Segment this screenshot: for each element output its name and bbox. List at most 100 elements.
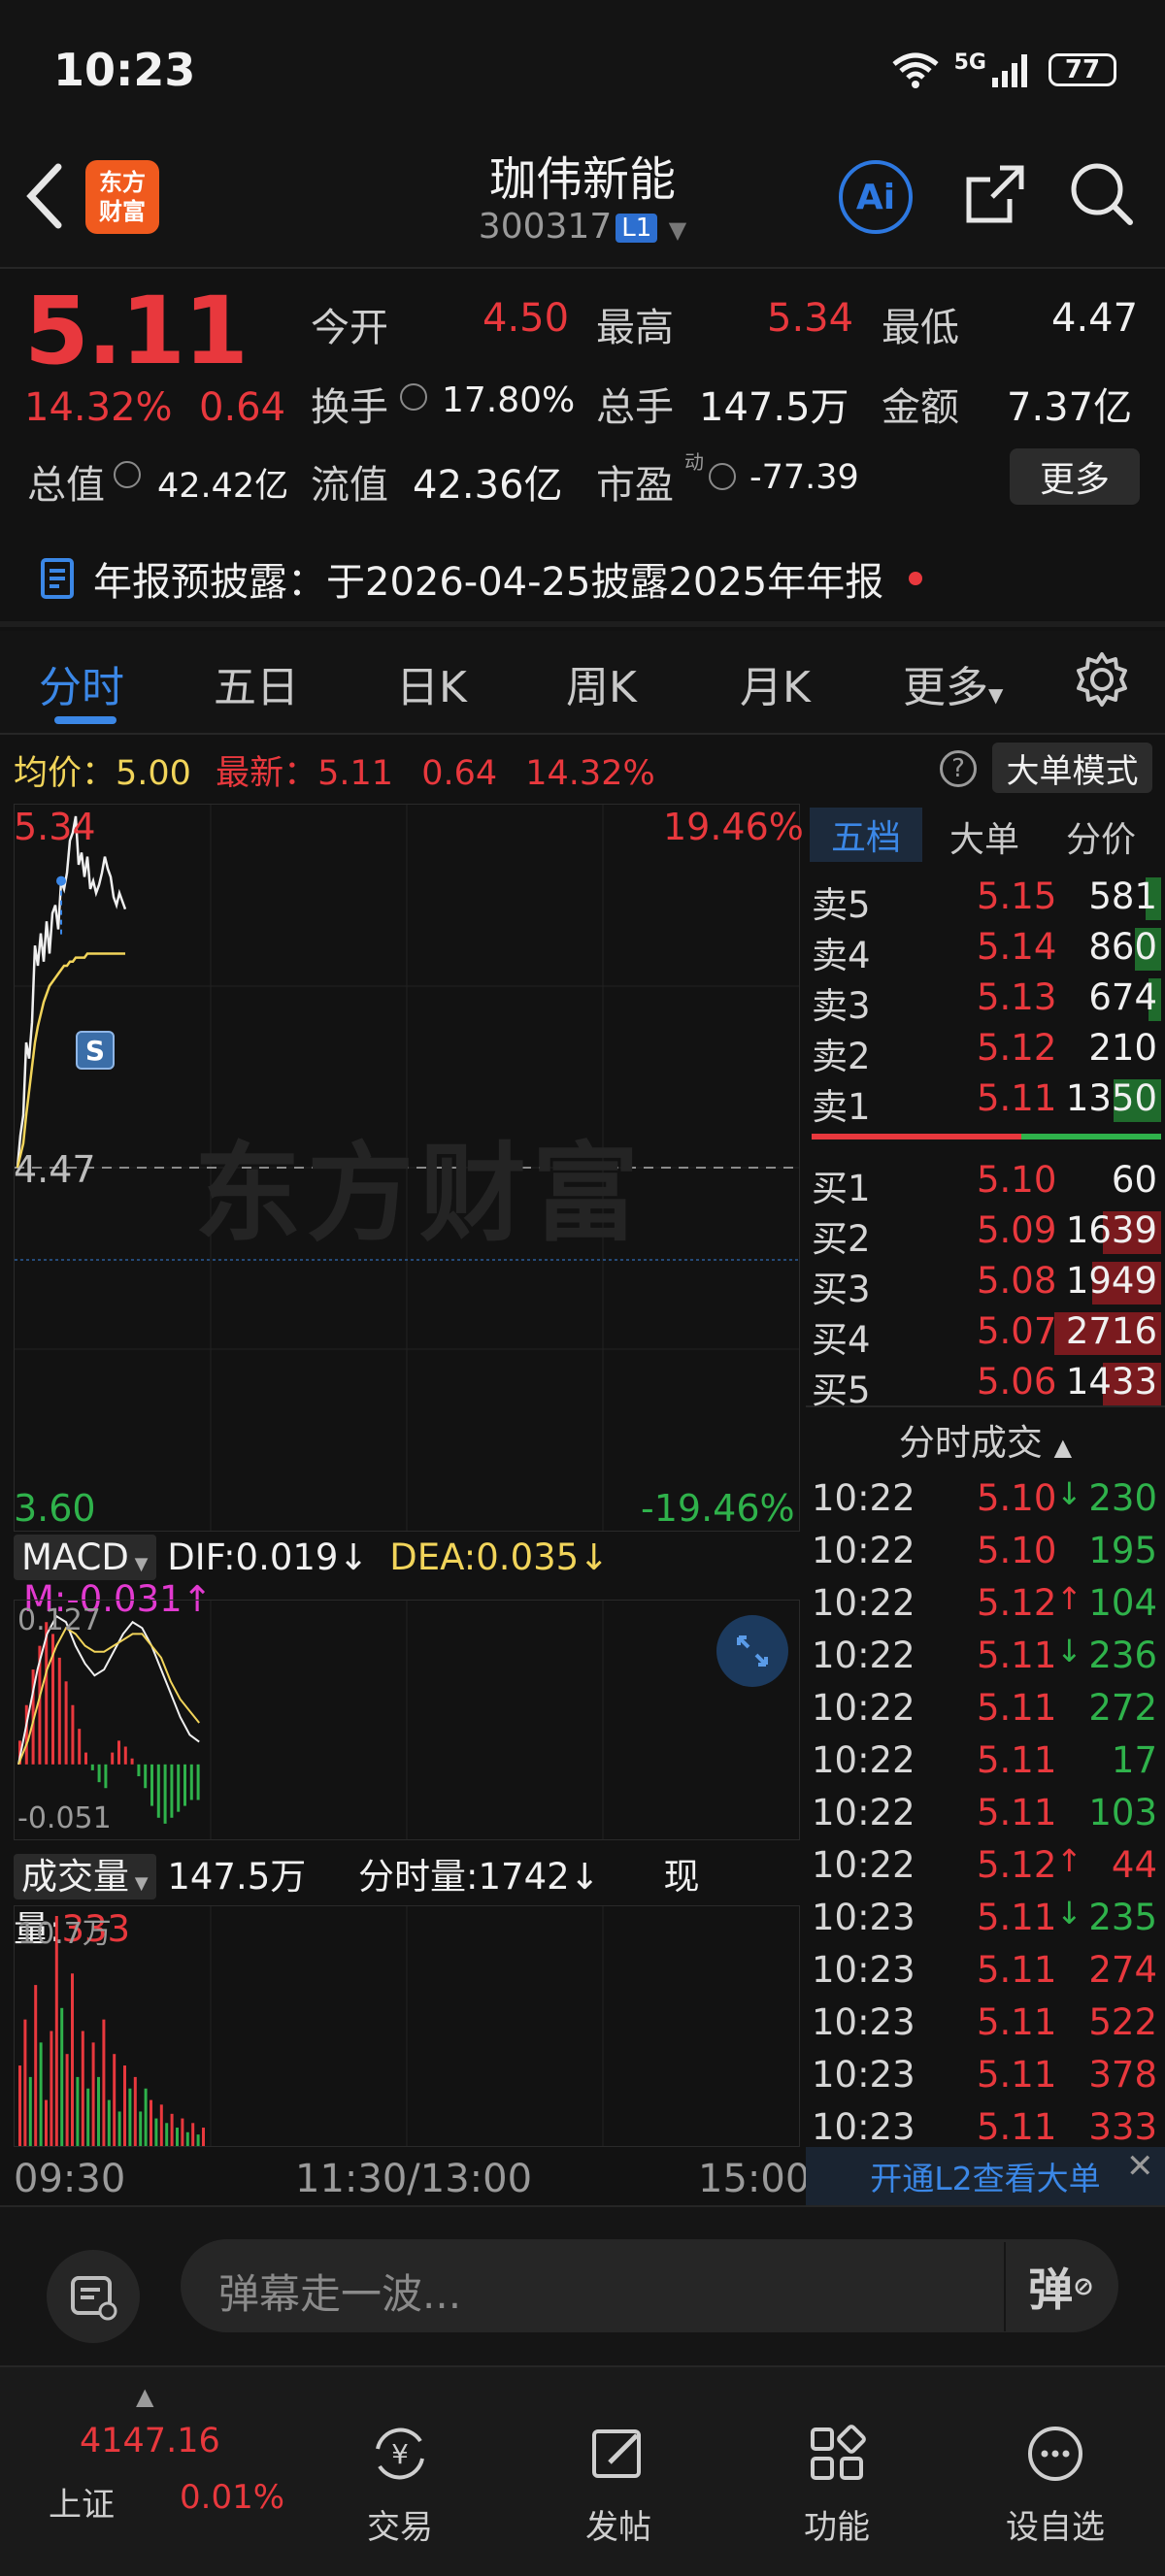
volume-bar [18,2065,21,2146]
info-icon[interactable] [114,461,141,488]
nav-post-label: 发帖 [585,2508,651,2547]
volume-bar [181,2118,184,2146]
latest-value: 5.11 [317,754,394,793]
trade-time: 10:22 [812,1635,915,1676]
avg-value: 5.00 [116,754,191,793]
amount-label: 金额 [882,385,959,430]
trade-volume: 272 [1088,1687,1157,1729]
arrow-down-icon: ↓ [338,1536,369,1578]
tab-weekly-k[interactable]: 周K [566,652,637,714]
trade-time: 10:22 [812,1792,915,1833]
danmu-toggle-label: 弹 [1028,2263,1074,2316]
time-label-mid: 11:30/13:00 [295,2157,533,2201]
volume-bar [165,2123,169,2146]
order-book-tabs: 五档 大单 分价 [806,804,1165,862]
bid-row: 买1 5.10 60 [812,1155,1165,1209]
volume-panel[interactable] [14,1905,800,2147]
share-icon[interactable] [961,160,1029,232]
volume-bar [86,2088,90,2146]
trades-header-label: 分时成交 [898,1422,1043,1464]
volume-bar [28,2076,32,2146]
trade-price: 5.10 [977,1477,1057,1519]
tab-five-levels[interactable]: 五档 [810,808,923,862]
unread-dot [909,572,923,585]
volume-bar [196,2134,200,2146]
dif-label: DIF: [167,1536,236,1578]
macd-chart-svg [17,1601,604,1839]
trade-price: 5.11 [977,2054,1057,2096]
level-volume: 2716 [1065,1310,1157,1352]
tab-monthly-k[interactable]: 月K [740,652,811,714]
pct-bottom-label: -19.46% [641,1487,795,1530]
tab-intraday[interactable]: 分时 [39,652,124,714]
tab-daily-k[interactable]: 日K [396,652,467,714]
danmu-settings-icon[interactable] [47,2250,140,2343]
volume-bar [97,2076,100,2146]
time-axis: 09:30 11:30/13:00 15:00 [14,2147,810,2205]
trade-time: 10:22 [812,1530,915,1571]
trade-volume: 378 [1088,2054,1157,2096]
search-icon[interactable] [1068,160,1136,232]
status-time: 10:23 [53,44,196,96]
sell-marker[interactable]: S [76,1031,115,1070]
tab-more[interactable]: 更多▼ [903,652,1003,714]
nav-post[interactable]: 发帖 [550,2419,686,2548]
macd-bar [144,1764,148,1789]
level-volume: 60 [1111,1159,1157,1201]
trade-row: 10:22 5.11 17 [812,1735,1165,1788]
tab-price-dist[interactable]: 分价 [1066,811,1136,862]
ratio-bar-buy [1021,1134,1161,1139]
index-ticker[interactable]: 4147.16 [80,2422,220,2460]
volume-indicator-select[interactable]: 成交量 ▼ [14,1854,156,1899]
trade-row: 10:23 5.11 522 [812,1998,1165,2050]
notice-row[interactable]: 年报预披露：于2026-04-25披露2025年年报 [39,550,923,607]
trade-time: 10:22 [812,1844,915,1886]
volume-bar [191,2123,195,2146]
macd-bar [57,1657,61,1765]
info-icon[interactable] [400,383,427,411]
macd-bar [78,1729,82,1765]
nav-functions[interactable]: 功能 [769,2419,905,2548]
avg-label: 均价： [14,754,116,793]
big-order-mode-button[interactable]: 大单模式 [992,743,1152,793]
volume-bar [34,1985,38,2146]
index-name: 上证 [49,2486,115,2525]
settings-gear-icon[interactable] [1073,650,1131,712]
l2-upgrade-banner[interactable]: 开通L2查看大单 [806,2147,1165,2205]
trades-header[interactable]: 分时成交 ▲ [806,1413,1165,1466]
macd-bar [84,1752,87,1765]
info-icon[interactable] [709,463,736,490]
volume-bar [123,2065,126,2146]
ai-button[interactable]: Ai [839,160,913,234]
danmu-toggle-button[interactable]: 弹 ⊘ [1004,2242,1116,2331]
nav-trade[interactable]: ¥ 交易 [332,2419,468,2548]
trade-row: 10:22 5.11 103 [812,1788,1165,1840]
macd-indicator-select[interactable]: MACD ▼ [14,1535,156,1580]
dea-value: 0.035 [476,1536,580,1578]
trade-time: 10:23 [812,2106,915,2148]
level-label: 卖4 [812,935,871,976]
trade-volume: 103 [1088,1792,1157,1833]
nav-set-watchlist[interactable]: 设自选 [987,2419,1123,2548]
help-icon[interactable]: ? [940,750,977,787]
volume-bar [60,2007,64,2146]
tab-big-orders[interactable]: 大单 [949,811,1019,862]
arrow-down-icon: ↓ [579,1536,610,1578]
trade-time: 10:23 [812,1949,915,1991]
arrow-up-icon: ↑ [1056,1580,1082,1617]
close-icon[interactable]: ✕ [1126,2147,1154,2186]
level-price: 5.06 [977,1361,1057,1403]
high-label: 最高 [596,306,674,350]
trade-row: 10:22 5.11 ↓ 236 [812,1631,1165,1683]
level-badge: L1 [616,214,658,243]
macd-panel[interactable] [14,1600,800,1840]
macd-bar [130,1758,134,1765]
yuan-exchange-icon: ¥ [376,2427,424,2480]
more-button[interactable]: 更多 [1010,448,1140,505]
macd-bar [123,1746,127,1765]
expand-icon[interactable] [716,1615,788,1687]
volume-bar [144,2088,148,2146]
tab-5day[interactable]: 五日 [214,652,299,714]
level-price: 5.14 [977,926,1057,968]
volume-bar [81,2031,84,2146]
